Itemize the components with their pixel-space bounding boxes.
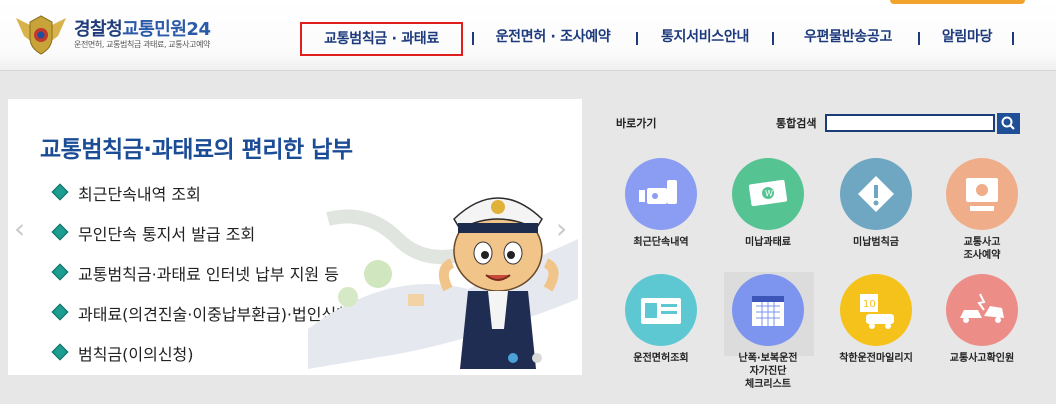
quick-item-unpaid-fines[interactable]: W 미납과태료 [713, 158, 823, 249]
list-item[interactable]: 무인단속 통지서 발급 조회 [51, 221, 351, 261]
quick-item-mileage[interactable]: 10 착한운전마일리지 [821, 274, 931, 365]
nav-item-returned-mail[interactable]: 우편물반송공고 [789, 22, 907, 56]
monitor-icon [946, 158, 1018, 230]
site-logo[interactable]: 경찰청교통민원24 운전면허, 교통범칙금 과태료, 교통사고예약 [14, 12, 274, 56]
camera-icon [625, 158, 697, 230]
svg-text:W: W [765, 189, 773, 198]
nav-separator [636, 32, 638, 45]
diamond-bullet-icon [51, 343, 69, 361]
shortcut-heading: 바로가기 [616, 117, 657, 130]
list-item-label: 범칙금(이의신청) [78, 345, 194, 364]
diamond-bullet-icon [51, 223, 69, 241]
nav-separator [472, 32, 474, 45]
search-label: 통합검색 [776, 117, 817, 130]
list-item-label: 무인단속 통지서 발급 조회 [78, 225, 256, 244]
quick-item-license-lookup[interactable]: 운전면허조회 [606, 274, 716, 365]
quick-item-label: 미납범칙금 [853, 237, 899, 248]
nav-separator [1012, 32, 1014, 45]
police-mascot-illustration [308, 197, 578, 369]
carousel-dot[interactable] [532, 353, 542, 363]
quick-item-label: 교통사고 조사예약 [963, 237, 1001, 261]
list-item-label: 최근단속내역 조회 [78, 185, 201, 204]
banner-list: 최근단속내역 조회 무인단속 통지서 발급 조회 교통범칙금·과태료 인터넷 납… [51, 181, 351, 381]
chevron-left-icon[interactable]: ‹ [14, 215, 25, 243]
car-crash-icon [946, 274, 1018, 346]
nav-item-notice-board[interactable]: 알림마당 [932, 22, 1002, 56]
quick-item-label: 미납과태료 [745, 237, 791, 248]
diamond-bullet-icon [51, 303, 69, 321]
nav-separator [772, 32, 774, 45]
quick-item-label: 착한운전마일리지 [839, 353, 913, 364]
list-item[interactable]: 최근단속내역 조회 [51, 181, 351, 221]
license-card-icon [625, 274, 697, 346]
police-emblem-icon [16, 15, 66, 55]
quick-item-recent-violations[interactable]: 최근단속내역 [606, 158, 716, 249]
banner-title: 교통범칙금·과태료의 편리한 납부 [40, 137, 353, 163]
nav-separator [918, 32, 920, 45]
quick-item-accident-reservation[interactable]: 교통사고 조사예약 [927, 158, 1037, 262]
money-icon: W [732, 158, 804, 230]
logo-title-agency: 경찰청 [74, 19, 123, 40]
svg-text:10: 10 [863, 299, 876, 310]
list-item-label: 교통범칙금·과태료 인터넷 납부 지원 등 [78, 265, 339, 284]
quick-item-accident-certificate[interactable]: 교통사고확인원 [927, 274, 1037, 365]
search-icon [1001, 116, 1015, 130]
search-input[interactable] [825, 114, 995, 132]
logo-title-service: 교통민원24 [122, 19, 211, 40]
nav-item-notice-service[interactable]: 통지서비스안내 [648, 22, 762, 56]
quick-item-label: 운전면허조회 [633, 353, 689, 364]
top-utility-tab[interactable] [890, 0, 1025, 4]
quick-item-label: 난폭·보복운전 자가진단 체크리스트 [738, 353, 798, 390]
diamond-bullet-icon [51, 183, 69, 201]
list-item[interactable]: 과태료(의견진술·이중납부환급)·법인신청 [51, 301, 351, 341]
nav-item-license[interactable]: 운전면허 · 조사예약 [480, 22, 626, 56]
nav-item-fines[interactable]: 교통범칙금 · 과태료 [300, 22, 463, 56]
site-header: 경찰청교통민원24 운전면허, 교통범칙금 과태료, 교통사고예약 교통범칙금 … [0, 0, 1056, 71]
chevron-right-icon[interactable]: › [556, 215, 567, 243]
main-banner[interactable]: 교통범칙금·과태료의 편리한 납부 최근단속내역 조회 무인단속 통지서 발급 … [8, 99, 582, 375]
calendar-icon [732, 274, 804, 346]
quick-item-road-rage-checklist[interactable]: 난폭·보복운전 자가진단 체크리스트 [713, 274, 823, 391]
list-item[interactable]: 범칙금(이의신청) [51, 341, 351, 381]
quick-item-label: 교통사고확인원 [949, 353, 1015, 364]
search-button[interactable] [997, 113, 1020, 134]
quick-item-label: 최근단속내역 [633, 237, 689, 248]
logo-title: 경찰청교통민원24 [74, 15, 211, 41]
carousel-dot-active[interactable] [508, 353, 518, 363]
warning-icon [840, 158, 912, 230]
diamond-bullet-icon [51, 263, 69, 281]
list-item[interactable]: 교통범칙금·과태료 인터넷 납부 지원 등 [51, 261, 351, 301]
mileage-car-icon: 10 [840, 274, 912, 346]
logo-subtitle: 운전면허, 교통범칙금 과태료, 교통사고예약 [74, 40, 210, 49]
quick-item-unpaid-penalty[interactable]: 미납범칙금 [821, 158, 931, 249]
